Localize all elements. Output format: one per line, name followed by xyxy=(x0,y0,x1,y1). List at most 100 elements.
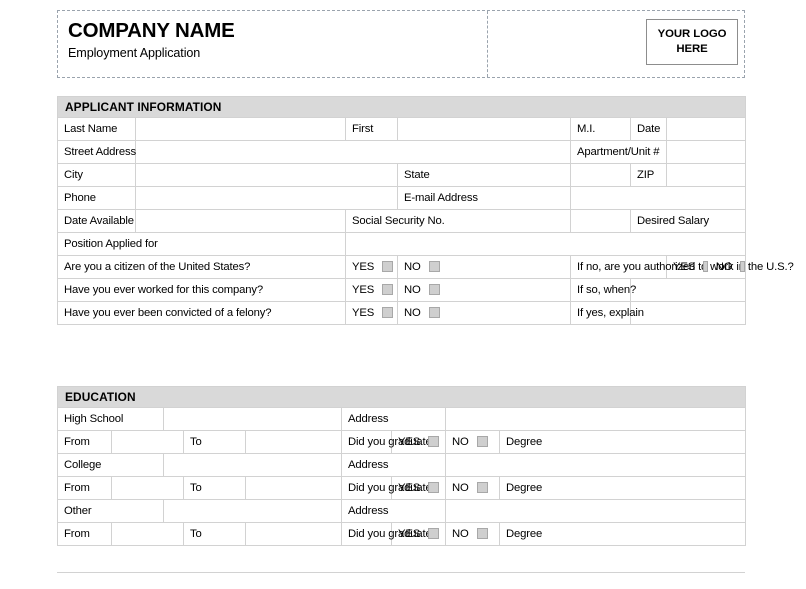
college-graduate-yes[interactable]: YES xyxy=(391,476,446,500)
input-college-name[interactable] xyxy=(163,453,342,477)
education-table: EDUCATION High School Address From To Di… xyxy=(56,386,747,546)
checkbox-icon[interactable] xyxy=(382,307,394,319)
input-phone[interactable] xyxy=(135,186,398,210)
input-high-school-name[interactable] xyxy=(163,407,342,431)
label-other-degree: Degree xyxy=(498,522,747,546)
question-worked-here-yes-label: YES xyxy=(352,283,375,296)
input-social-security-no[interactable] xyxy=(570,209,631,233)
row-city-state-zip: City State ZIP xyxy=(57,163,747,187)
high-school-graduate-yes[interactable]: YES xyxy=(391,430,446,454)
question-citizen-no-label: NO xyxy=(404,260,421,273)
checkbox-icon[interactable] xyxy=(428,261,440,273)
checkbox-icon[interactable] xyxy=(382,284,394,296)
input-high-school-address[interactable] xyxy=(444,407,747,431)
input-street-address[interactable] xyxy=(135,140,571,164)
checkbox-icon[interactable] xyxy=(428,436,440,448)
other-graduate-yes-label: YES xyxy=(398,527,421,540)
input-date-available[interactable] xyxy=(135,209,346,233)
label-social-security-no: Social Security No. xyxy=(345,209,571,233)
input-felony-explain[interactable] xyxy=(629,301,747,325)
input-last-name[interactable] xyxy=(135,117,346,141)
question-felony-followup-label: If yes, explain xyxy=(570,301,644,325)
row-college: College Address xyxy=(57,453,747,477)
college-graduate-no-label: NO xyxy=(452,481,469,494)
question-citizen-yes-label: YES xyxy=(352,260,375,273)
input-college-from[interactable] xyxy=(111,476,184,500)
row-availability-salary: Date Available Social Security No. Desir… xyxy=(57,209,747,233)
input-college-to[interactable] xyxy=(245,476,342,500)
form-subtitle: Employment Application xyxy=(68,46,201,61)
checkbox-icon[interactable] xyxy=(428,482,440,494)
input-other-address[interactable] xyxy=(444,499,747,523)
input-state[interactable] xyxy=(570,163,631,187)
row-high-school: High School Address xyxy=(57,407,747,431)
label-apartment-unit: Apartment/Unit # xyxy=(570,140,667,164)
other-graduate-no-label: NO xyxy=(452,527,469,540)
row-question-felony: Have you ever been convicted of a felony… xyxy=(57,301,747,325)
label-college-degree: Degree xyxy=(498,476,747,500)
label-college-graduate: Did you graduate? xyxy=(341,476,438,500)
input-first-name[interactable] xyxy=(397,117,571,141)
label-college: College xyxy=(57,453,164,477)
label-college-from: From xyxy=(57,476,112,500)
label-high-school-address: Address xyxy=(341,407,446,431)
checkbox-icon[interactable] xyxy=(382,261,394,273)
input-other-to[interactable] xyxy=(245,522,342,546)
other-graduate-yes[interactable]: YES xyxy=(391,522,446,546)
checkbox-icon[interactable] xyxy=(428,528,440,540)
input-city[interactable] xyxy=(135,163,398,187)
checkbox-icon[interactable] xyxy=(428,284,440,296)
input-apartment-unit[interactable] xyxy=(665,140,747,164)
label-date: Date xyxy=(630,117,667,141)
checkbox-icon[interactable] xyxy=(476,482,488,494)
checkbox-icon[interactable] xyxy=(476,436,488,448)
input-position-applied-for[interactable] xyxy=(344,232,747,256)
question-authorized-yes-label: YES xyxy=(673,260,696,273)
input-other-name[interactable] xyxy=(163,499,342,523)
high-school-graduate-no[interactable]: NO xyxy=(445,430,500,454)
input-zip[interactable] xyxy=(665,163,747,187)
question-worked-here-yes[interactable]: YES xyxy=(345,278,398,302)
label-phone: Phone xyxy=(57,186,136,210)
input-date[interactable] xyxy=(665,117,747,141)
other-graduate-no[interactable]: NO xyxy=(445,522,500,546)
label-other-from: From xyxy=(57,522,112,546)
education-section-header: EDUCATION xyxy=(56,386,747,408)
input-college-address[interactable] xyxy=(444,453,747,477)
input-other-from[interactable] xyxy=(111,522,184,546)
checkbox-icon[interactable] xyxy=(428,307,440,319)
question-citizen-no[interactable]: NO xyxy=(397,255,571,279)
input-high-school-from[interactable] xyxy=(111,430,184,454)
question-citizen-yes[interactable]: YES xyxy=(345,255,398,279)
row-phone-email: Phone E-mail Address xyxy=(57,186,747,210)
input-email[interactable] xyxy=(569,186,747,210)
label-street-address: Street Address xyxy=(57,140,136,164)
college-graduate-no[interactable]: NO xyxy=(445,476,500,500)
college-graduate-yes-label: YES xyxy=(398,481,421,494)
row-high-school-dates: From To Did you graduate? YES NO Degree xyxy=(57,430,747,454)
label-first-name: First xyxy=(345,117,398,141)
label-other-graduate: Did you graduate? xyxy=(341,522,438,546)
header-logo-block: YOUR LOGO HERE xyxy=(488,11,744,77)
education-section-title: EDUCATION xyxy=(56,386,747,408)
input-high-school-to[interactable] xyxy=(245,430,342,454)
label-middle-initial: M.I. xyxy=(570,117,631,141)
row-other-dates: From To Did you graduate? YES NO Degree xyxy=(57,522,747,546)
question-felony-yes[interactable]: YES xyxy=(345,301,398,325)
checkbox-icon[interactable] xyxy=(703,261,708,273)
company-name: COMPANY NAME xyxy=(68,19,235,42)
checkbox-icon[interactable] xyxy=(740,261,746,273)
input-worked-here-when[interactable] xyxy=(629,278,747,302)
row-question-worked-here: Have you ever worked for this company? Y… xyxy=(57,278,747,302)
logo-line-2: HERE xyxy=(676,43,708,55)
row-other: Other Address xyxy=(57,499,747,523)
question-worked-here-label: Have you ever worked for this company? xyxy=(57,278,346,302)
question-felony-label: Have you ever been convicted of a felony… xyxy=(57,301,346,325)
question-felony-no[interactable]: NO xyxy=(397,301,571,325)
checkbox-icon[interactable] xyxy=(476,528,488,540)
question-authorized-no-label: NO xyxy=(715,260,733,273)
question-worked-here-no[interactable]: NO xyxy=(397,278,571,302)
label-high-school-degree: Degree xyxy=(498,430,747,454)
question-worked-here-no-label: NO xyxy=(404,283,421,296)
label-college-address: Address xyxy=(341,453,446,477)
